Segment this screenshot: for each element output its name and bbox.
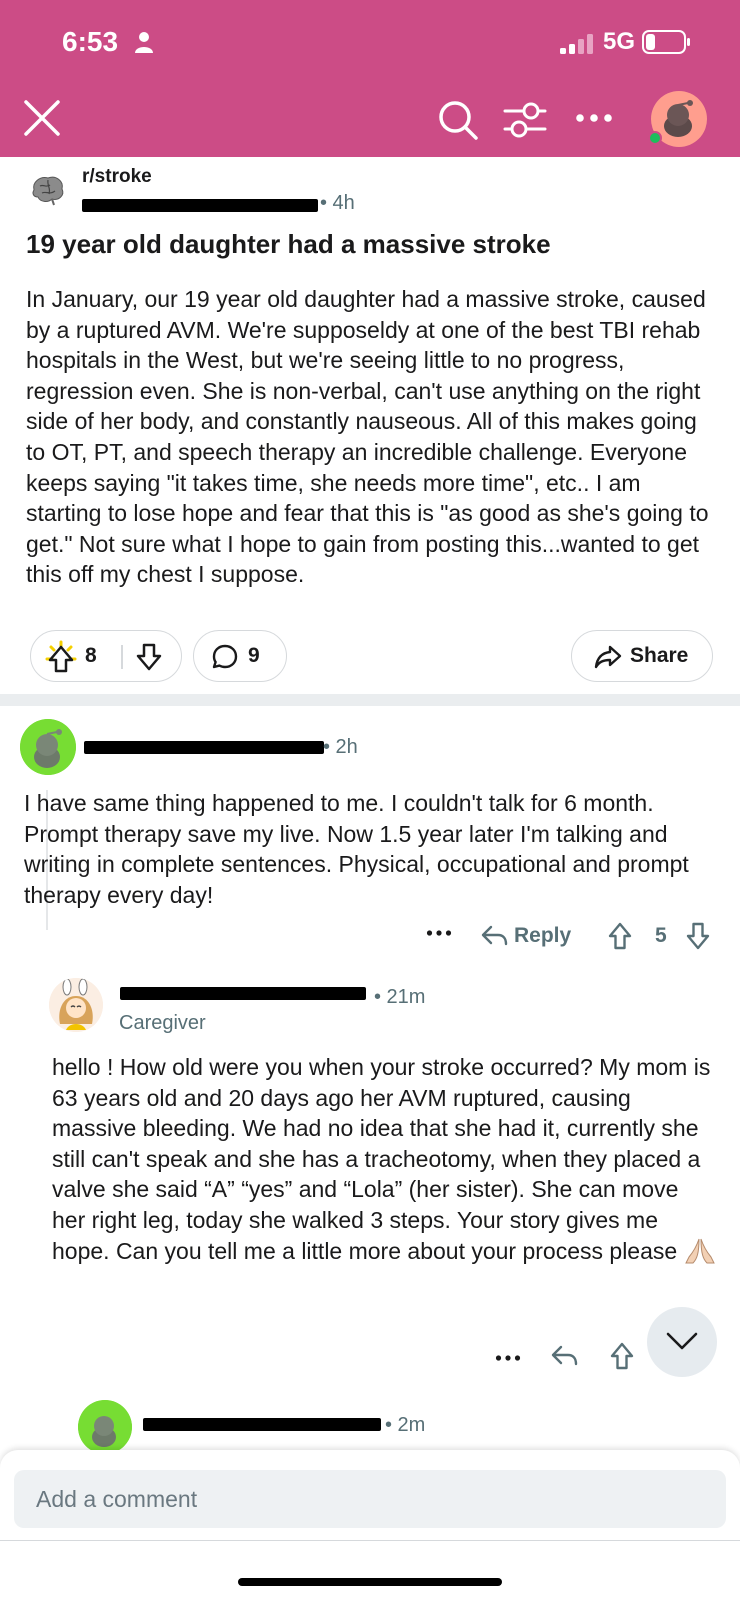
comment-score: 5 [655,924,667,947]
upvote-icon[interactable] [608,922,632,950]
comment-time: • 2h [323,736,358,758]
redacted-username [84,741,324,754]
comment-time: • 21m [374,986,426,1008]
battery-icon [642,30,690,54]
signal-icon [560,34,593,54]
downvote-icon[interactable] [686,922,710,950]
comment-body: I have same thing happened to me. I coul… [24,790,689,908]
commenter-avatar[interactable] [49,978,103,1032]
home-indicator[interactable] [238,1578,502,1586]
share-button[interactable]: Share [571,630,713,682]
share-icon [594,645,622,669]
commenter-avatar[interactable] [20,719,76,775]
commenter-avatar[interactable] [78,1400,132,1454]
redacted-username [120,987,366,1000]
praying-hands-icon [684,1238,715,1264]
comments-button[interactable]: 9 [193,630,287,682]
comment-count: 9 [248,644,260,667]
reply-icon[interactable] [480,924,508,948]
status-time: 6:53 [62,26,119,57]
close-icon[interactable] [22,98,62,138]
comment-icon [212,644,238,669]
add-comment-input[interactable] [14,1470,726,1528]
chevron-down-icon [666,1332,698,1350]
more-options-icon[interactable] [574,108,614,128]
post-time: • 4h [320,192,355,214]
downvote-icon[interactable] [135,643,163,671]
upvote-icon[interactable] [610,1342,634,1370]
post-body: In January, our 19 year old daughter had… [26,286,709,588]
more-options-icon[interactable] [426,928,452,938]
more-options-icon[interactable] [495,1353,521,1363]
reply-icon[interactable] [550,1344,578,1368]
top-bar: 6:53 5G [0,0,740,157]
search-icon[interactable] [436,98,480,142]
subreddit-name[interactable]: r/stroke [82,166,152,188]
vote-control: 8 [30,630,182,682]
comment-time: • 2m [385,1414,426,1436]
collapse-button[interactable] [647,1307,717,1377]
redacted-username [143,1418,381,1431]
comment-body: hello ! How old were you when your strok… [52,1052,716,1266]
comment-body-text: hello ! How old were you when your strok… [52,1054,711,1264]
reply-button[interactable]: Reply [514,924,571,948]
user-flair: Caregiver [119,1012,206,1034]
online-status-dot [648,131,662,145]
brain-icon[interactable] [26,168,70,212]
divider [0,1540,740,1541]
person-icon [135,32,153,53]
vote-divider [121,645,123,669]
section-divider [0,694,740,706]
network-label: 5G [603,28,636,55]
post-title: 19 year old daughter had a massive strok… [26,229,551,259]
redacted-username [82,199,318,212]
share-label: Share [630,644,689,667]
vote-count: 8 [85,644,97,667]
upvote-icon[interactable] [43,639,79,675]
sort-filter-icon[interactable] [503,100,547,140]
